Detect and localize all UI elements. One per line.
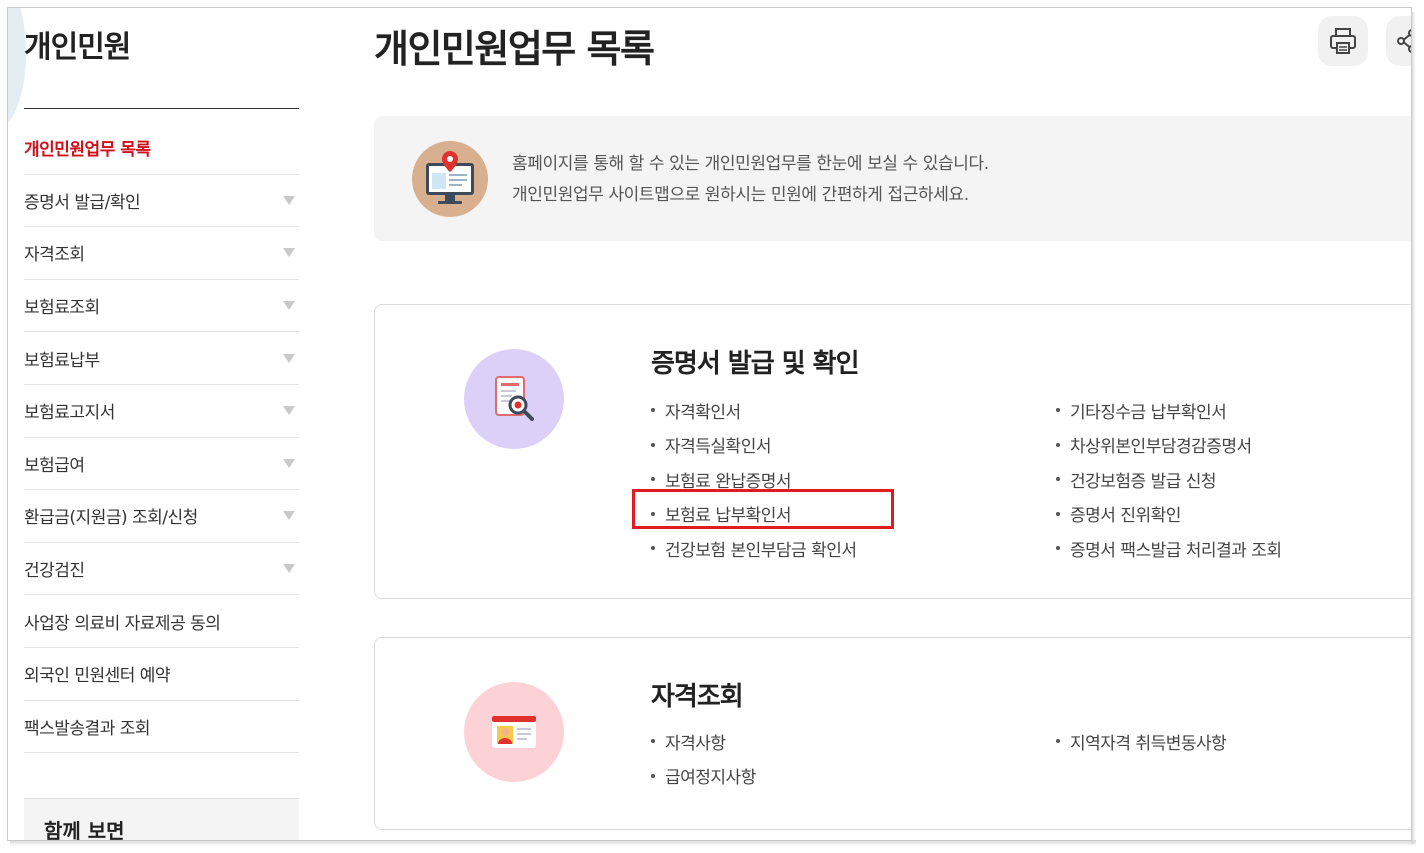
related-box: 함께 보면 [24,798,299,841]
link-label: 자격사항 [665,733,726,754]
link-near-poverty-reduction[interactable]: 차상위본인부담경감증명서 [1056,428,1282,463]
link-copayment-confirmation[interactable]: 건강보험 본인부담금 확인서 [651,531,857,566]
section-title: 자격조회 [651,682,744,712]
sidebar-item-label: 개인민원업무 목록 [24,140,151,161]
link-benefit-suspension[interactable]: 급여정지사항 [651,759,756,794]
sidebar-item-fax-result[interactable]: 팩스발송결과 조회 [24,701,299,754]
link-list: 기타징수금 납부확인서 차상위본인부담경감증명서 건강보험증 발급 신청 증명서… [1056,393,1282,566]
share-button[interactable] [1386,16,1411,66]
sidebar-item-premium-inquiry[interactable]: 보험료조회 [24,280,299,333]
link-label: 자격확인서 [665,402,741,423]
print-icon [1330,28,1356,54]
sidebar-item-label: 보험급여 [24,455,85,476]
sidebar-item-label: 외국인 민원센터 예약 [24,666,171,687]
intro-box: 홈페이지를 통해 할 수 있는 개인민원업무를 한눈에 보실 수 있습니다. 개… [374,116,1411,241]
intro-line-2: 개인민원업무 사이트맵으로 원하시는 민원에 간편하게 접근하세요. [512,185,969,205]
bullet-icon [651,477,655,482]
bullet-icon [1056,511,1060,516]
related-title: 함께 보면 [44,819,125,841]
document-search-icon [464,349,564,449]
bullet-icon [651,739,655,744]
bullet-icon [1056,546,1060,551]
sidebar-item-foreigner-center[interactable]: 외국인 민원센터 예약 [24,648,299,701]
expand-arrow-icon[interactable] [283,248,295,258]
link-label: 급여정지사항 [665,768,756,789]
link-qualification-details[interactable]: 자격사항 [651,724,756,759]
id-card-icon [464,682,564,782]
sidebar-item-label: 사업장 의료비 자료제공 동의 [24,613,221,634]
sidebar-menu: 개인민원업무 목록 증명서 발급/확인 자격조회 보험료조회 보험료납부 보험료… [24,122,299,754]
sidebar-item-label: 팩스발송결과 조회 [24,718,151,739]
sidebar-item-label: 건강검진 [24,561,85,582]
sidebar-item-certificates[interactable]: 증명서 발급/확인 [24,175,299,228]
sidebar-title: 개인민원 [24,30,131,65]
bullet-icon [651,546,655,551]
sidebar-item-qualification[interactable]: 자격조회 [24,227,299,280]
sidebar-item-benefits[interactable]: 보험급여 [24,438,299,491]
sidebar-item-medical-consent[interactable]: 사업장 의료비 자료제공 동의 [24,595,299,648]
expand-arrow-icon[interactable] [283,458,295,468]
link-label: 기타징수금 납부확인서 [1070,402,1227,423]
sidebar-item-label: 자격조회 [24,245,85,266]
link-list: 자격확인서 자격득실확인서 보험료 완납증명서 보험료 납부확인서 건강보험 본… [651,393,857,566]
bullet-icon [1056,739,1060,744]
link-label: 건강보험 본인부담금 확인서 [665,540,857,561]
link-qualification-loss-certificate[interactable]: 자격득실확인서 [651,428,857,463]
link-label: 건강보험증 발급 신청 [1070,471,1217,492]
sidebar-item-label: 보험료조회 [24,298,100,319]
sidebar-item-premium-payment[interactable]: 보험료납부 [24,332,299,385]
sidebar-item-civil-list[interactable]: 개인민원업무 목록 [24,122,299,175]
link-label: 보험료 완납증명서 [665,471,792,492]
highlight-annotation [632,489,894,529]
bullet-icon [1056,477,1060,482]
sidebar-item-label: 증명서 발급/확인 [24,192,141,213]
link-label: 자격득실확인서 [665,437,771,458]
sidebar-item-refund[interactable]: 환급금(지원금) 조회/신청 [24,490,299,543]
intro-line-1: 홈페이지를 통해 할 수 있는 개인민원업무를 한눈에 보실 수 있습니다. [512,154,989,174]
link-label: 증명서 팩스발급 처리결과 조회 [1070,540,1282,561]
link-list: 지역자격 취득변동사항 [1056,724,1227,759]
bullet-icon [651,408,655,413]
sidebar-divider [24,108,299,109]
browser-viewport: 개인민원 개인민원업무 목록 증명서 발급/확인 자격조회 보험료조회 보험료납… [7,7,1412,841]
expand-arrow-icon[interactable] [283,511,295,521]
sidebar-item-label: 보험료납부 [24,350,100,371]
bullet-icon [651,773,655,778]
expand-arrow-icon[interactable] [283,406,295,416]
link-fax-issue-result[interactable]: 증명서 팩스발급 처리결과 조회 [1056,531,1282,566]
page-title: 개인민원업무 목록 [374,27,655,71]
bullet-icon [1056,442,1060,447]
print-button[interactable] [1318,16,1368,66]
bullet-icon [651,442,655,447]
sidebar-item-checkup[interactable]: 건강검진 [24,543,299,596]
link-other-collection-confirmation[interactable]: 기타징수금 납부확인서 [1056,393,1282,428]
section-qualification: 자격조회 자격사항 급여정지사항 지역자격 취득변동사항 [374,637,1411,830]
link-certificate-verification[interactable]: 증명서 진위확인 [1056,497,1282,532]
link-label: 증명서 진위확인 [1070,506,1181,527]
monitor-location-icon [412,141,488,217]
link-label: 차상위본인부담경감증명서 [1070,437,1252,458]
expand-arrow-icon[interactable] [283,195,295,205]
section-title: 증명서 발급 및 확인 [651,349,860,379]
link-regional-qualification-changes[interactable]: 지역자격 취득변동사항 [1056,724,1227,759]
expand-arrow-icon[interactable] [283,353,295,363]
sidebar-item-label: 보험료고지서 [24,403,115,424]
link-qualification-certificate[interactable]: 자격확인서 [651,393,857,428]
expand-arrow-icon[interactable] [283,564,295,574]
expand-arrow-icon[interactable] [283,301,295,311]
sidebar-item-label: 환급금(지원금) 조회/신청 [24,508,198,529]
sidebar-item-premium-notice[interactable]: 보험료고지서 [24,385,299,438]
bullet-icon [1056,408,1060,413]
share-icon [1397,29,1411,53]
link-insurance-card-issue[interactable]: 건강보험증 발급 신청 [1056,462,1282,497]
section-certificates: 증명서 발급 및 확인 자격확인서 자격득실확인서 보험료 완납증명서 보험료 … [374,304,1411,599]
link-label: 지역자격 취득변동사항 [1070,733,1227,754]
link-list: 자격사항 급여정지사항 [651,724,756,793]
intro-text: 홈페이지를 통해 할 수 있는 개인민원업무를 한눈에 보실 수 있습니다. 개… [512,149,989,211]
